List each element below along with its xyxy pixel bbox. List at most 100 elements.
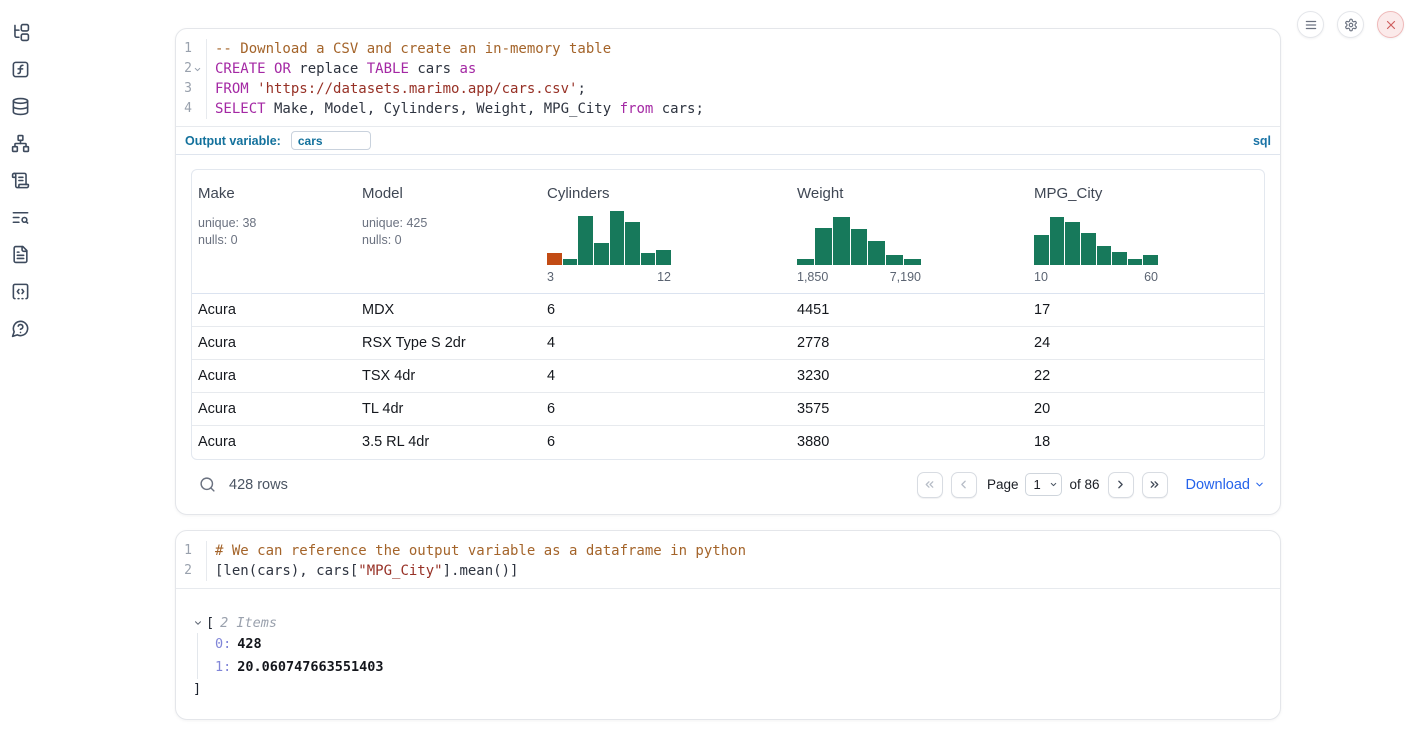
row-count: 428 rows bbox=[229, 477, 288, 493]
python-cell: 1# We can reference the output variable … bbox=[175, 530, 1281, 720]
table-row[interactable]: AcuraRSX Type S 2dr4277824 bbox=[192, 327, 1264, 360]
table-cell: TL 4dr bbox=[356, 393, 541, 426]
output-variable-input[interactable] bbox=[291, 131, 371, 150]
settings-gear-icon bbox=[1344, 18, 1358, 32]
column-header-make[interactable]: Makeunique: 38nulls: 0 bbox=[192, 170, 356, 294]
settings-button[interactable] bbox=[1337, 11, 1364, 38]
column-header-mpg_city[interactable]: MPG_City1060 bbox=[1028, 170, 1264, 294]
code-text: CREATE OR replace TABLE cars as bbox=[207, 59, 476, 79]
table-cell: 24 bbox=[1028, 327, 1264, 360]
next-page-button[interactable] bbox=[1108, 472, 1134, 498]
search-list-sidebar-button[interactable] bbox=[10, 207, 31, 228]
code-snippets-icon bbox=[11, 282, 30, 301]
page-select[interactable]: 1 bbox=[1025, 473, 1062, 496]
chevron-left-icon bbox=[957, 478, 970, 491]
table-cell: 6 bbox=[541, 393, 791, 426]
tree-value: 428 bbox=[237, 636, 261, 652]
histogram-axis: 1,8507,190 bbox=[797, 269, 921, 285]
table-cell: 17 bbox=[1028, 294, 1264, 327]
code-line[interactable]: 1-- Download a CSV and create an in-memo… bbox=[176, 39, 1280, 59]
file-tree-sidebar-button[interactable] bbox=[10, 22, 31, 43]
table-cell: Acura bbox=[192, 327, 356, 360]
code-line[interactable]: 3FROM 'https://datasets.marimo.app/cars.… bbox=[176, 79, 1280, 99]
tree-entry: 0:428 bbox=[215, 633, 1280, 656]
table-cell: 6 bbox=[541, 294, 791, 327]
column-header-model[interactable]: Modelunique: 425nulls: 0 bbox=[356, 170, 541, 294]
scroll-script-sidebar-button[interactable] bbox=[10, 170, 31, 191]
scroll-script-icon bbox=[11, 171, 30, 190]
dependency-graph-sidebar-button[interactable] bbox=[10, 133, 31, 154]
page-label: Page bbox=[987, 477, 1019, 492]
database-sidebar-button[interactable] bbox=[10, 96, 31, 117]
table-row[interactable]: Acura3.5 RL 4dr6388018 bbox=[192, 426, 1264, 459]
left-sidebar bbox=[10, 22, 31, 339]
histogram-bar bbox=[833, 217, 850, 265]
document-sidebar-button[interactable] bbox=[10, 244, 31, 265]
histogram-bar bbox=[641, 253, 656, 265]
menu-button[interactable] bbox=[1297, 11, 1324, 38]
download-label: Download bbox=[1186, 477, 1251, 493]
column-title: Model bbox=[362, 184, 535, 203]
table-cell: 20 bbox=[1028, 393, 1264, 426]
histogram-bar bbox=[578, 216, 593, 265]
histogram-axis: 312 bbox=[547, 269, 671, 285]
first-page-button[interactable] bbox=[917, 472, 943, 498]
file-tree-icon bbox=[11, 23, 30, 42]
table-cell: 4451 bbox=[791, 294, 1028, 327]
column-header-weight[interactable]: Weight 1,8507,190 bbox=[791, 170, 1028, 294]
histogram-bar bbox=[1112, 252, 1127, 266]
code-line[interactable]: 1# We can reference the output variable … bbox=[176, 541, 1280, 561]
dependency-graph-icon bbox=[11, 134, 30, 153]
python-code-editor[interactable]: 1# We can reference the output variable … bbox=[176, 531, 1280, 588]
download-button[interactable]: Download bbox=[1186, 477, 1266, 493]
table-cell: MDX bbox=[356, 294, 541, 327]
table-header: Makeunique: 38nulls: 0Modelunique: 425nu… bbox=[192, 170, 1264, 294]
table-cell: TSX 4dr bbox=[356, 360, 541, 393]
code-line[interactable]: 2[len(cars), cars["MPG_City"].mean()] bbox=[176, 561, 1280, 581]
chevrons-right-icon bbox=[1148, 478, 1161, 491]
histogram-bar bbox=[656, 250, 671, 265]
code-line[interactable]: 4SELECT Make, Model, Cylinders, Weight, … bbox=[176, 99, 1280, 119]
close-button[interactable] bbox=[1377, 11, 1404, 38]
previous-page-button[interactable] bbox=[951, 472, 977, 498]
table-row[interactable]: AcuraTL 4dr6357520 bbox=[192, 393, 1264, 426]
table-row[interactable]: AcuraTSX 4dr4323022 bbox=[192, 360, 1264, 393]
line-gutter: 4 bbox=[176, 99, 207, 119]
code-text: SELECT Make, Model, Cylinders, Weight, M… bbox=[207, 99, 704, 119]
table-cell: Acura bbox=[192, 360, 356, 393]
code-line[interactable]: 2CREATE OR replace TABLE cars as bbox=[176, 59, 1280, 79]
help-bubble-sidebar-button[interactable] bbox=[10, 318, 31, 339]
histogram-bar bbox=[625, 222, 640, 265]
output-variable-label: Output variable: bbox=[185, 134, 281, 148]
output-variable-row: Output variable: sql bbox=[176, 126, 1280, 155]
search-icon[interactable] bbox=[199, 476, 216, 493]
column-histogram: 312 bbox=[547, 211, 671, 285]
last-page-button[interactable] bbox=[1142, 472, 1168, 498]
marimo-notebook: 1-- Download a CSV and create an in-memo… bbox=[0, 0, 1408, 729]
histogram-bar bbox=[1128, 259, 1143, 265]
code-snippets-sidebar-button[interactable] bbox=[10, 281, 31, 302]
sql-code-editor[interactable]: 1-- Download a CSV and create an in-memo… bbox=[176, 29, 1280, 126]
table-cell: 4 bbox=[541, 360, 791, 393]
line-gutter: 1 bbox=[176, 541, 207, 561]
histogram-bar bbox=[1081, 233, 1096, 265]
table-cell: 3880 bbox=[791, 426, 1028, 459]
histogram-bar bbox=[904, 259, 921, 265]
pagination: Page 1 of 86 Download bbox=[909, 472, 1265, 498]
function-square-sidebar-button[interactable] bbox=[10, 59, 31, 80]
table-cell: 22 bbox=[1028, 360, 1264, 393]
tree-root[interactable]: [ 2 Items bbox=[193, 613, 1280, 633]
function-square-icon bbox=[11, 60, 30, 79]
column-header-cylinders[interactable]: Cylinders312 bbox=[541, 170, 791, 294]
table-footer: 428 rows Page 1 of 86 bbox=[176, 460, 1280, 514]
column-title: Weight bbox=[797, 184, 1022, 203]
top-actions bbox=[1297, 11, 1404, 38]
code-text: FROM 'https://datasets.marimo.app/cars.c… bbox=[207, 79, 586, 99]
histogram-bar bbox=[594, 243, 609, 265]
histogram-bar bbox=[1034, 235, 1049, 265]
table-row[interactable]: AcuraMDX6445117 bbox=[192, 294, 1264, 327]
chevron-right-icon bbox=[1114, 478, 1127, 491]
histogram-bar bbox=[868, 241, 885, 265]
table-cell: Acura bbox=[192, 426, 356, 459]
fold-chevron-icon[interactable] bbox=[193, 65, 202, 74]
